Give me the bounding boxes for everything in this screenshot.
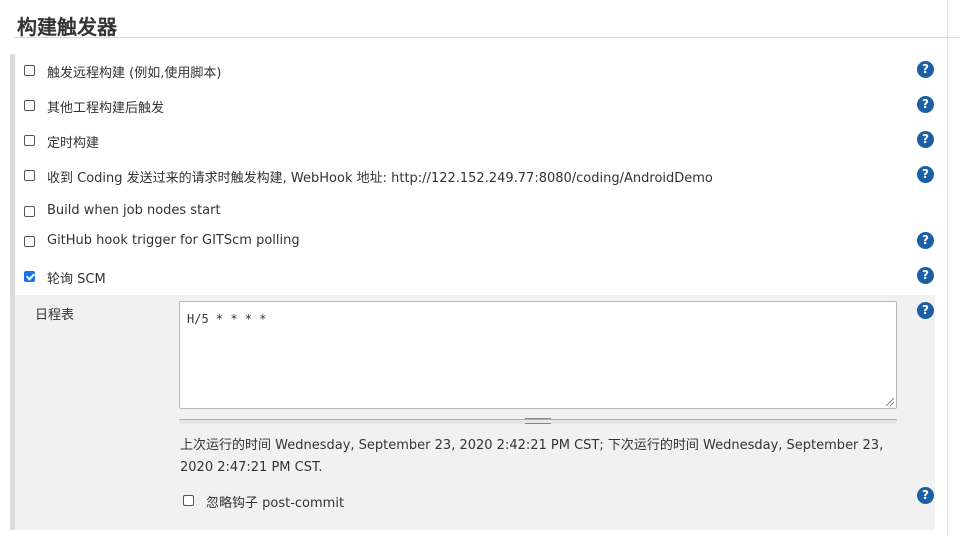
trigger-poll-scm-label[interactable]: 轮询 SCM [47,268,106,287]
trigger-coding-webhook-checkbox[interactable] [24,170,35,181]
trigger-periodic-build-label[interactable]: 定时构建 [47,132,99,151]
ignore-post-commit-hooks-checkbox[interactable] [183,495,194,506]
help-periodic-build-icon[interactable]: ? [917,131,934,148]
help-ignore-hooks-icon[interactable]: ? [917,487,934,504]
trigger-job-nodes-start-label[interactable]: Build when job nodes start [47,203,221,218]
schedule-run-info: 上次运行的时间 Wednesday, September 23, 2020 2:… [180,438,884,475]
schedule-label: 日程表 [35,308,75,323]
help-remote-build-icon[interactable]: ? [917,61,934,78]
help-coding-webhook-icon[interactable]: ? [917,166,934,183]
panel-edge [947,0,948,536]
ignore-post-commit-hooks-label[interactable]: 忽略钩子 post-commit [206,492,344,511]
title-divider [14,37,959,38]
help-poll-scm-icon[interactable]: ? [917,267,934,284]
trigger-remote-build-checkbox[interactable] [24,65,35,76]
trigger-job-nodes-start-checkbox[interactable] [24,206,35,217]
trigger-coding-webhook-label[interactable]: 收到 Coding 发送过来的请求时触发构建, WebHook 地址: http… [47,167,713,186]
help-github-hook-icon[interactable]: ? [917,232,934,249]
schedule-textarea[interactable]: H/5 * * * * [179,301,897,409]
trigger-after-other-projects-label[interactable]: 其他工程构建后触发 [47,97,164,116]
help-after-other-projects-icon[interactable]: ? [917,96,934,113]
trigger-periodic-build-checkbox[interactable] [24,135,35,146]
help-schedule-icon[interactable]: ? [917,302,934,319]
textarea-resize-grip[interactable] [886,398,894,406]
drag-handle-icon[interactable] [525,418,551,424]
trigger-after-other-projects-checkbox[interactable] [24,100,35,111]
trigger-remote-build-label[interactable]: 触发远程构建 (例如,使用脚本) [47,62,221,81]
textarea-drag-bar[interactable] [179,418,897,424]
trigger-poll-scm-checkbox[interactable] [24,271,35,282]
trigger-github-hook-checkbox[interactable] [24,236,35,247]
schedule-value[interactable]: H/5 * * * * [187,312,266,326]
section-title: 构建触发器 [17,15,117,39]
trigger-github-hook-label[interactable]: GitHub hook trigger for GITScm polling [47,233,300,248]
